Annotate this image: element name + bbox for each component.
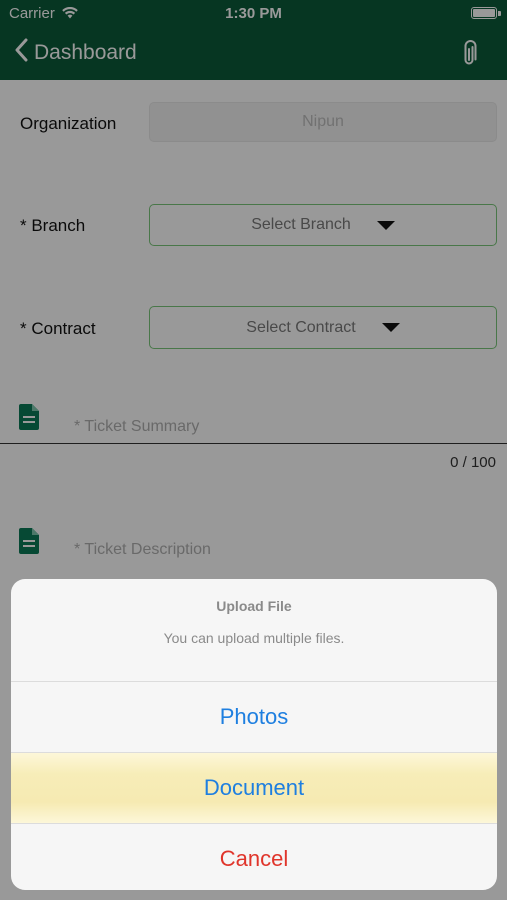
action-sheet-title: Upload File [216, 598, 292, 614]
cancel-button[interactable]: Cancel [11, 824, 497, 890]
action-sheet-message: You can upload multiple files. [163, 630, 345, 646]
photos-button[interactable]: Photos [11, 682, 497, 753]
upload-action-sheet: Upload File You can upload multiple file… [11, 579, 497, 890]
document-button[interactable]: Document [11, 753, 497, 824]
document-button-label: Document [203, 775, 305, 800]
cancel-button-label: Cancel [219, 846, 289, 871]
action-sheet-header: Upload File You can upload multiple file… [11, 579, 497, 682]
photos-button-label: Photos [219, 704, 289, 729]
